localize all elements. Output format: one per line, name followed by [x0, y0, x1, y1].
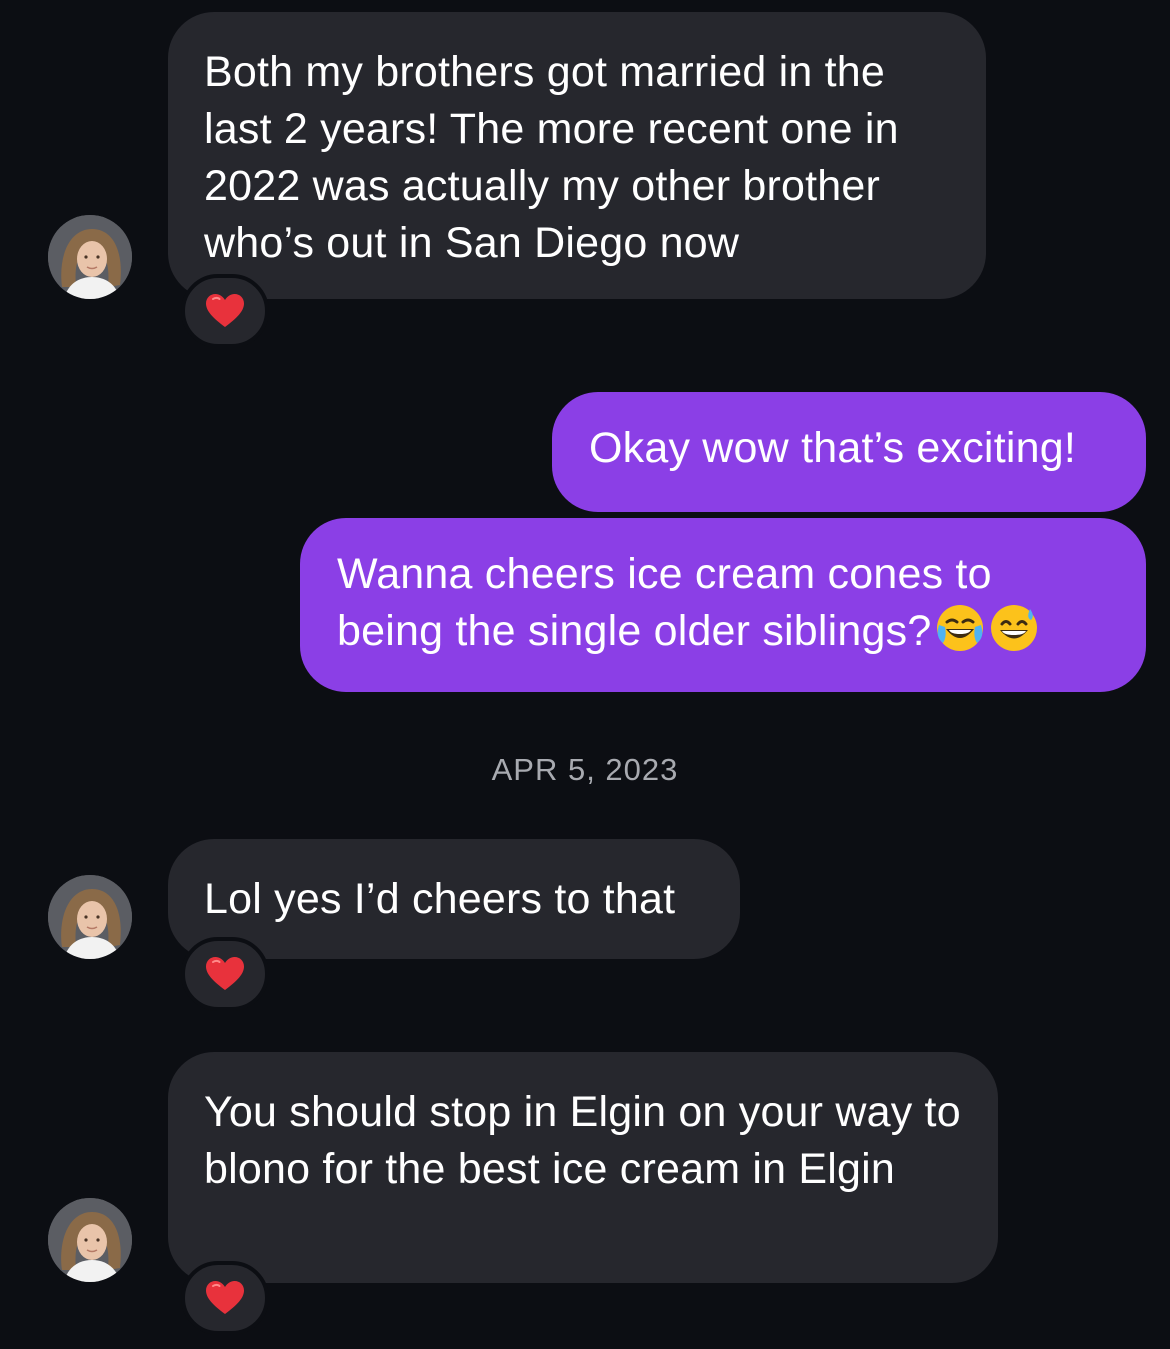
- incoming-message-bubble[interactable]: You should stop in Elgin on your way to …: [168, 1052, 998, 1283]
- grinning-face-with-sweat-icon: [989, 603, 1039, 668]
- avatar-image: [48, 1198, 132, 1282]
- incoming-message-bubble[interactable]: Both my brothers got married in the last…: [168, 12, 986, 299]
- avatar-image: [48, 215, 132, 299]
- heart-icon: [205, 293, 245, 329]
- face-with-tears-of-joy-icon: [935, 603, 985, 668]
- contact-avatar[interactable]: [48, 215, 132, 299]
- contact-avatar[interactable]: [48, 875, 132, 959]
- outgoing-message-bubble[interactable]: Okay wow that’s exciting!: [552, 392, 1146, 512]
- reaction-badge[interactable]: [181, 937, 269, 1011]
- message-text: Wanna cheers ice cream cones to being th…: [337, 550, 992, 655]
- reaction-badge[interactable]: [181, 1261, 269, 1335]
- outgoing-message-bubble[interactable]: Wanna cheers ice cream cones to being th…: [300, 518, 1146, 692]
- heart-icon: [205, 1280, 245, 1316]
- contact-avatar[interactable]: [48, 1198, 132, 1282]
- message-text: Lol yes I’d cheers to that: [204, 875, 676, 923]
- heart-icon: [205, 956, 245, 992]
- incoming-message-bubble[interactable]: Lol yes I’d cheers to that: [168, 839, 740, 959]
- avatar-image: [48, 875, 132, 959]
- reaction-badge[interactable]: [181, 274, 269, 348]
- message-text: Both my brothers got married in the last…: [204, 48, 899, 267]
- message-text: Okay wow that’s exciting!: [589, 424, 1076, 472]
- date-separator: APR 5, 2023: [491, 752, 679, 787]
- message-text: You should stop in Elgin on your way to …: [204, 1088, 961, 1193]
